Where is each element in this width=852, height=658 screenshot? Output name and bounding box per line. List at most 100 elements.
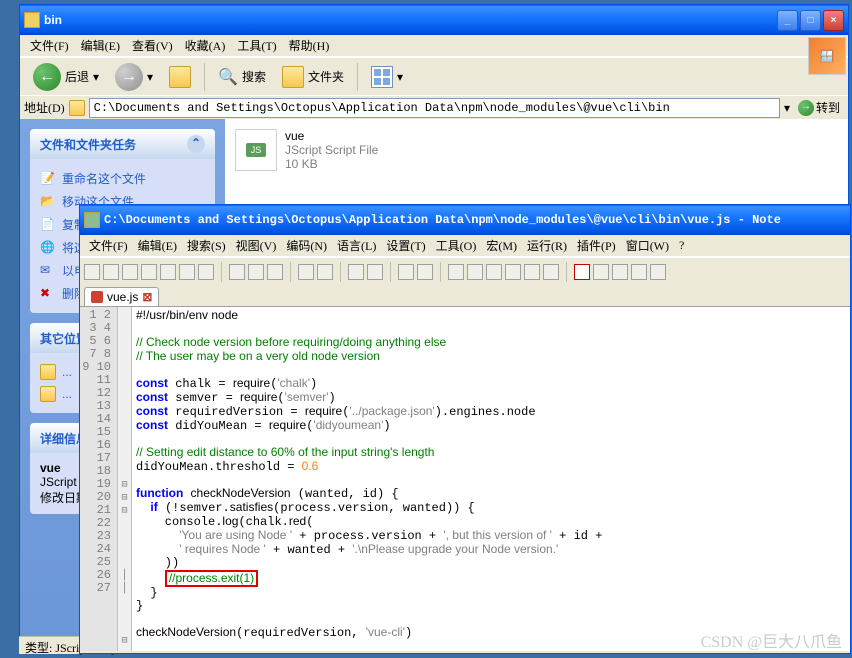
file-size: 10 KB — [285, 157, 378, 171]
menu-tools[interactable]: 工具(O) — [431, 234, 482, 257]
zoomout-icon[interactable] — [417, 264, 433, 280]
savem-icon[interactable] — [650, 264, 666, 280]
folders-label: 文件夹 — [308, 68, 344, 85]
rec-icon[interactable] — [574, 264, 590, 280]
close-tab-icon[interactable]: ⊠ — [142, 290, 152, 304]
minimize-button[interactable]: _ — [777, 10, 798, 31]
stop-icon[interactable] — [612, 264, 628, 280]
address-label: 地址(D) — [24, 99, 65, 116]
find-icon[interactable] — [348, 264, 364, 280]
menu-run[interactable]: 运行(R) — [522, 234, 572, 257]
search-label: 搜索 — [242, 68, 266, 85]
print-icon[interactable] — [198, 264, 214, 280]
menu-search[interactable]: 搜索(S) — [182, 234, 231, 257]
tasks-header[interactable]: 文件和文件夹任务 ⌃ — [30, 129, 215, 159]
replace-icon[interactable] — [367, 264, 383, 280]
open-icon[interactable] — [103, 264, 119, 280]
menu-view[interactable]: 查看(V) — [126, 34, 179, 57]
menu-settings[interactable]: 设置(T) — [381, 234, 430, 257]
closeall-icon[interactable] — [179, 264, 195, 280]
fold-icon[interactable] — [524, 264, 540, 280]
chevron-down-icon: ▾ — [397, 70, 403, 84]
menu-tools[interactable]: 工具(T) — [231, 34, 282, 57]
save-icon[interactable] — [122, 264, 138, 280]
up-button[interactable] — [162, 61, 198, 93]
close-button[interactable]: × — [823, 10, 844, 31]
sync-icon[interactable] — [448, 264, 464, 280]
menu-file[interactable]: 文件(F) — [84, 234, 133, 257]
menu-macro[interactable]: 宏(M) — [481, 234, 522, 257]
chevron-down-icon[interactable]: ▾ — [784, 101, 790, 115]
indent-icon[interactable] — [505, 264, 521, 280]
menu-encoding[interactable]: 编码(N) — [281, 234, 332, 257]
search-button[interactable]: 搜索 — [211, 62, 273, 92]
file-type: JScript Script File — [285, 143, 378, 157]
redo-icon[interactable] — [317, 264, 333, 280]
menu-fav[interactable]: 收藏(A) — [179, 34, 232, 57]
separator — [290, 262, 291, 282]
paste-icon[interactable] — [267, 264, 283, 280]
code-area[interactable]: #!/usr/bin/env node // Check node versio… — [132, 307, 850, 651]
npp-titlebar[interactable]: C:\Documents and Settings\Octopus\Applic… — [80, 205, 850, 235]
menu-window[interactable]: 窗口(W) — [621, 234, 674, 257]
task-rename[interactable]: 📝重命名这个文件 — [40, 167, 205, 190]
new-icon[interactable] — [84, 264, 100, 280]
maximize-button[interactable]: □ — [800, 10, 821, 31]
npp-window: C:\Documents and Settings\Octopus\Applic… — [79, 204, 851, 654]
collapse-icon[interactable]: ⌃ — [187, 135, 205, 153]
editor[interactable]: 1 2 3 4 5 6 7 8 9 10 11 12 13 14 15 16 1… — [80, 307, 850, 651]
unfold-icon[interactable] — [543, 264, 559, 280]
menu-file[interactable]: 文件(F) — [24, 34, 75, 57]
modified-icon — [91, 291, 103, 303]
explorer-toolbar: ← 后退 ▾ → ▾ 搜索 文件夹 ▾ — [20, 57, 848, 95]
file-info: vue JScript Script File 10 KB — [285, 129, 378, 171]
go-label: 转到 — [816, 99, 840, 116]
menu-plugins[interactable]: 插件(P) — [572, 234, 621, 257]
explorer-menubar: 文件(F) 编辑(E) 查看(V) 收藏(A) 工具(T) 帮助(H) 🪟 — [20, 35, 848, 57]
jscript-icon: JS — [235, 129, 277, 171]
cut-icon[interactable] — [229, 264, 245, 280]
allchars-icon[interactable] — [486, 264, 502, 280]
folders-button[interactable]: 文件夹 — [275, 61, 351, 93]
copy-icon: 📄 — [40, 217, 56, 233]
views-icon — [371, 66, 393, 88]
address-input[interactable] — [89, 98, 780, 118]
menu-lang[interactable]: 语言(L) — [332, 234, 381, 257]
delete-icon: ✖ — [40, 286, 56, 302]
search-icon — [218, 67, 238, 87]
zoomin-icon[interactable] — [398, 264, 414, 280]
line-numbers: 1 2 3 4 5 6 7 8 9 10 11 12 13 14 15 16 1… — [80, 307, 118, 651]
playmulti-icon[interactable] — [631, 264, 647, 280]
close-icon[interactable] — [160, 264, 176, 280]
menu-help[interactable]: 帮助(H) — [283, 34, 336, 57]
chevron-down-icon: ▾ — [147, 70, 153, 84]
windows-logo: 🪟 — [808, 37, 846, 75]
window-title: bin — [44, 13, 775, 27]
wrap-icon[interactable] — [467, 264, 483, 280]
undo-icon[interactable] — [298, 264, 314, 280]
addressbar: 地址(D) ▾ → 转到 — [20, 95, 848, 119]
tasks-header-label: 文件和文件夹任务 — [40, 136, 136, 153]
menu-edit[interactable]: 编辑(E) — [133, 234, 182, 257]
back-button[interactable]: ← 后退 ▾ — [26, 58, 106, 96]
separator — [390, 262, 391, 282]
menu-edit[interactable]: 编辑(E) — [75, 34, 126, 57]
tab-label: vue.js — [107, 290, 138, 304]
explorer-titlebar[interactable]: bin _ □ × — [20, 5, 848, 35]
tab-vuejs[interactable]: vue.js ⊠ — [84, 287, 159, 306]
saveall-icon[interactable] — [141, 264, 157, 280]
menu-help[interactable]: ? — [674, 235, 689, 256]
copy-icon[interactable] — [248, 264, 264, 280]
forward-button[interactable]: → ▾ — [108, 58, 160, 96]
go-icon: → — [798, 100, 814, 116]
file-vue[interactable]: JS vue JScript Script File 10 KB — [235, 129, 415, 171]
views-button[interactable]: ▾ — [364, 61, 410, 93]
go-button[interactable]: → 转到 — [794, 97, 844, 118]
watermark: CSDN @巨大八爪鱼 — [701, 628, 842, 652]
fold-column[interactable]: ⊟⊟⊟││⊟ — [118, 307, 132, 651]
up-folder-icon — [169, 66, 191, 88]
folders-icon — [282, 66, 304, 88]
separator — [204, 63, 205, 91]
menu-view[interactable]: 视图(V) — [231, 234, 282, 257]
play-icon[interactable] — [593, 264, 609, 280]
